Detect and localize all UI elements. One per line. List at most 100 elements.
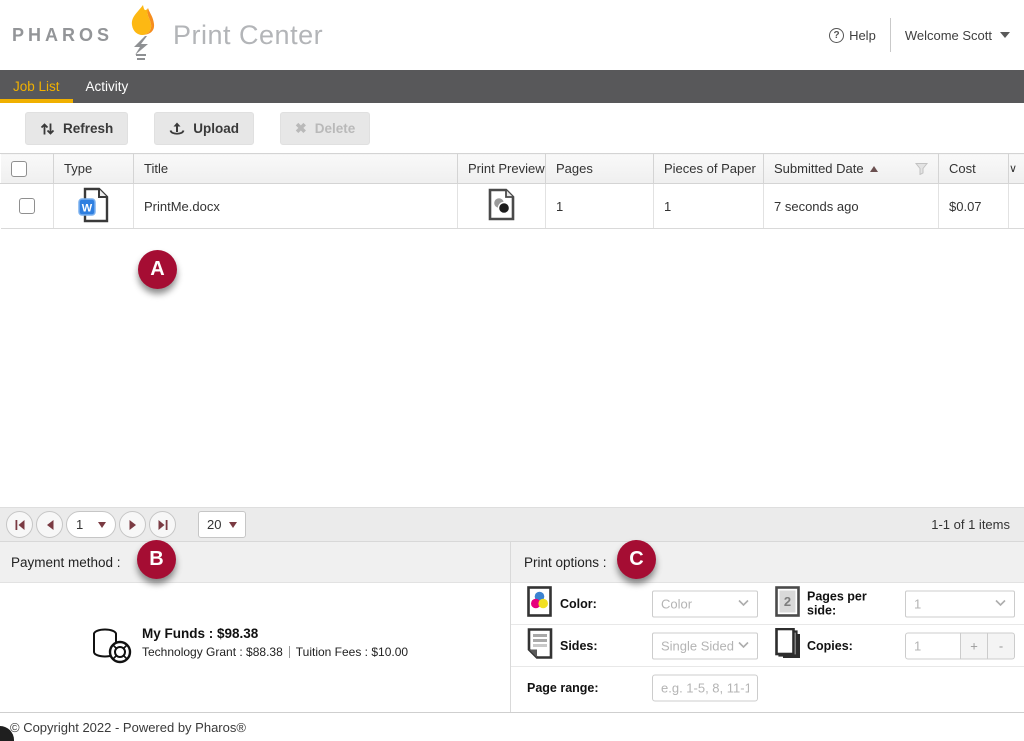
job-toolbar: Refresh Upload ✖ Delete [25,112,371,145]
main-tabbar: Job List Activity [0,70,1024,103]
app-header: PHAROS Print Center ? Help Welcome Scott [0,0,1024,70]
column-menu-icon[interactable]: ∨ [1009,163,1017,175]
refresh-label: Refresh [63,121,114,136]
filter-icon[interactable] [915,162,928,175]
payment-method-header: Payment method : [0,542,510,583]
current-page-dropdown[interactable]: 1 [66,511,116,538]
select-all-checkbox[interactable] [11,160,27,177]
print-options-section: Print options : Color: Color 2 Pages per… [511,542,1024,712]
footer: © Copyright 2022 - Powered by Pharos® [0,712,1024,741]
payment-method-section: Payment method : My Funds : $98.38 Techn… [0,542,511,712]
submitted-date-label: Submitted Date [774,161,864,176]
first-page-button[interactable] [6,511,33,538]
page-range-input[interactable] [652,674,758,702]
previous-page-button[interactable] [36,511,63,538]
app-title: Print Center [173,19,324,50]
copies-decrement-button[interactable]: - [988,632,1015,659]
chevron-down-icon [98,521,106,528]
job-row[interactable]: W PrintMe.docx 1 1 7 seconds ago $0.07 [0,183,1024,229]
next-page-icon [129,519,136,530]
column-header-type[interactable]: Type [53,153,134,184]
active-tab-underline [0,99,73,103]
column-header-pieces-of-paper[interactable]: Pieces of Paper [653,153,764,184]
column-header-pages[interactable]: Pages [545,153,654,184]
copies-increment-button[interactable]: + [961,632,988,659]
page-size-value: 20 [207,517,222,532]
pages-per-side-label: Pages per side: [807,589,867,618]
print-options-row-2: Sides: Single Sided Copies: 1 + - [511,625,1024,667]
row-pieces-cell: 1 [653,183,764,229]
pharos-print-center-app: PHAROS Print Center ? Help Welcome Scott [0,0,1024,741]
funds-divider [288,646,290,658]
brand-wordmark: PHAROS [12,24,114,45]
delete-icon: ✖ [295,120,307,136]
tab-activity[interactable]: Activity [73,70,142,103]
refresh-icon [40,122,55,135]
word-document-icon: W [77,187,110,223]
my-funds-total: My Funds : $98.38 [142,626,259,641]
sort-ascending-icon [869,165,878,172]
sides-icon [527,627,553,664]
next-page-button[interactable] [119,511,146,538]
column-header-print-preview[interactable]: Print Preview [457,153,546,184]
tab-activity-label: Activity [85,79,129,94]
copies-icon [775,627,802,664]
print-options-row-1: Color: Color 2 Pages per side: 1 [511,583,1024,625]
current-page-value: 1 [76,517,84,532]
items-summary: 1-1 of 1 items [931,517,1010,532]
header-divider [889,18,891,52]
funds-text: My Funds : $98.38 Technology Grant : $88… [142,626,408,659]
table-header-row: Type Title Print Preview Pages Pieces of… [0,153,1024,184]
row-pages-cell: 1 [545,183,654,229]
pages-per-side-icon: 2 [775,585,800,622]
delete-button[interactable]: ✖ Delete [280,112,371,145]
last-page-icon [158,519,167,530]
upload-button[interactable]: Upload [154,112,255,145]
annotation-badge-c: C [617,540,656,579]
help-link[interactable]: ? Help [829,27,876,43]
column-header-title[interactable]: Title [133,153,458,184]
sides-select-value: Single Sided [661,638,734,653]
funds-block: My Funds : $98.38 Technology Grant : $88… [92,626,408,664]
row-checkbox[interactable] [18,198,35,215]
annotation-badge-a: A [138,250,177,289]
select-all-cell [0,153,54,184]
copies-label: Copies: [807,638,853,653]
copies-stepper: 1 + - [905,632,1015,659]
fund-tuition-fees: Tuition Fees : $10.00 [295,645,409,659]
sides-select[interactable]: Single Sided [652,632,758,659]
tab-job-list-label: Job List [13,79,60,94]
help-label: Help [849,27,876,43]
copies-input[interactable]: 1 [905,632,961,659]
copyright-text: © Copyright 2022 - Powered by Pharos® [10,719,246,735]
column-menu-cell: ∨ [1008,153,1024,184]
row-type-cell: W [53,183,134,229]
page-size-dropdown[interactable]: 20 [198,511,246,538]
column-header-submitted-date[interactable]: Submitted Date [763,153,939,184]
color-select[interactable]: Color [652,590,758,617]
torch-icon [121,4,163,67]
chevron-down-icon [738,640,749,652]
last-page-button[interactable] [149,511,176,538]
svg-text:2: 2 [784,594,791,609]
brand-logo: PHAROS Print Center [12,0,323,70]
welcome-label: Welcome Scott [904,27,992,43]
row-submitted-cell: 7 seconds ago [763,183,939,229]
pages-per-side-select[interactable]: 1 [905,590,1015,617]
chevron-down-icon [1000,32,1010,38]
header-actions: ? Help Welcome Scott [829,0,1010,70]
column-header-cost[interactable]: Cost [938,153,1009,184]
tab-job-list[interactable]: Job List [0,70,73,103]
svg-text:W: W [81,202,92,214]
annotation-badge-b: B [137,540,176,579]
row-print-preview-cell [457,183,546,229]
print-preview-icon[interactable] [488,188,515,224]
color-icon [527,585,552,622]
pager-bar: 1 20 1-1 of 1 items [0,507,1024,542]
funds-detail: Technology Grant : $88.38 Tuition Fees : … [142,645,408,659]
row-select-cell [0,183,54,229]
delete-label: Delete [314,121,356,136]
refresh-button[interactable]: Refresh [25,112,129,145]
chevron-down-icon [995,598,1006,610]
user-menu[interactable]: Welcome Scott [905,28,1010,43]
